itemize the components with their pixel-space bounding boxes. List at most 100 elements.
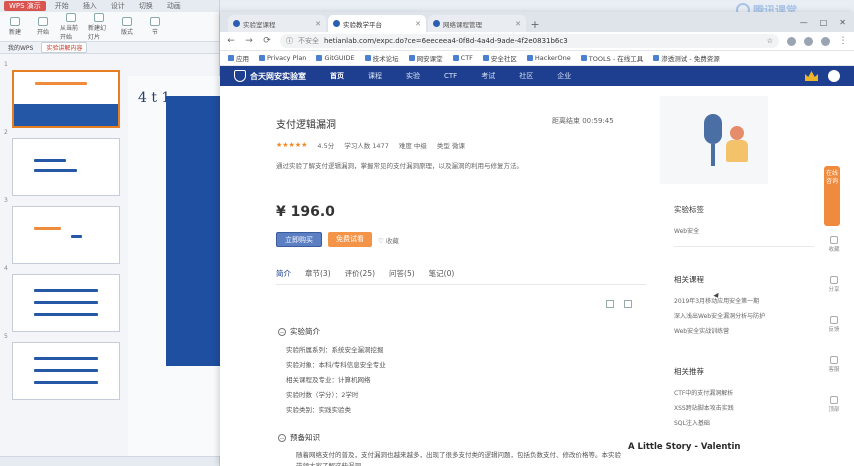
avatar[interactable]: [828, 70, 840, 82]
site-header-right: [805, 70, 840, 82]
wps-tab-design[interactable]: 设计: [106, 1, 130, 11]
reload-icon[interactable]: ⟳: [262, 36, 272, 46]
related-course-link[interactable]: Web安全实战训练营: [674, 326, 729, 335]
star-icon[interactable]: ☆: [767, 37, 773, 45]
doc-tab-active[interactable]: 实验讲解内容: [41, 42, 88, 53]
menu-icon[interactable]: ⋮: [838, 36, 848, 46]
wps-tab-insert[interactable]: 插入: [78, 1, 102, 11]
tab-qa[interactable]: 问答(5): [389, 268, 415, 279]
related-course-link[interactable]: 2019年3月移动应用安全第一期: [674, 296, 759, 305]
wps-tab-animation[interactable]: 动画: [162, 1, 186, 11]
slide-thumb[interactable]: 4: [4, 265, 120, 332]
extension-icon[interactable]: [804, 36, 813, 46]
bookmark-item[interactable]: Privacy Plan: [259, 54, 306, 62]
browser-toolbar: ← → ⟳ ⓘ 不安全 hetianlab.com/expc.do?ce=6ee…: [220, 32, 854, 51]
float-feedback[interactable]: 反馈: [824, 316, 844, 333]
float-top[interactable]: 顶部: [824, 396, 844, 413]
float-share[interactable]: 分享: [824, 276, 844, 293]
browser-tab-active[interactable]: 实验教学平台 ✕: [328, 15, 426, 32]
info-icon: ⓘ: [286, 37, 293, 45]
nav-labs[interactable]: 实验: [406, 71, 420, 81]
float-favorite[interactable]: 收藏: [824, 236, 844, 253]
list-view-icon[interactable]: [606, 300, 614, 308]
slide-thumb[interactable]: 1: [4, 61, 120, 128]
wps-tab-transition[interactable]: 切换: [134, 1, 158, 11]
tab-notes[interactable]: 笔记(0): [429, 268, 455, 279]
maximize-button[interactable]: □: [820, 18, 828, 27]
bookmark-item[interactable]: 渗透测试 - 免费资源: [653, 53, 720, 63]
headset-icon: [830, 356, 838, 364]
nav-ctf[interactable]: CTF: [444, 72, 457, 80]
favicon-icon: [333, 20, 340, 27]
close-tab-icon[interactable]: ✕: [415, 20, 421, 28]
nav-community[interactable]: 社区: [519, 71, 533, 81]
float-service[interactable]: 客服: [824, 356, 844, 373]
close-window-button[interactable]: ✕: [839, 18, 846, 27]
info-item: 实验时数（学分）：2学时: [286, 391, 359, 399]
slide-thumb[interactable]: 5: [4, 333, 120, 400]
arrow-up-icon: [830, 396, 838, 404]
tab-reviews[interactable]: 评价(25): [345, 268, 375, 279]
slide-thumb[interactable]: 3: [4, 197, 120, 264]
bookmark-item[interactable]: 应用: [228, 53, 249, 63]
buy-button[interactable]: 立即购买: [276, 232, 322, 247]
close-tab-icon[interactable]: ✕: [315, 20, 321, 28]
rating-score: 4.5分: [317, 142, 335, 150]
profile-icon[interactable]: [821, 36, 830, 46]
nav-home[interactable]: 首页: [330, 71, 344, 81]
ribbon-from-current-button[interactable]: 从当前开始: [60, 12, 82, 41]
forward-icon[interactable]: →: [244, 36, 254, 46]
bookmark-item[interactable]: 网安课堂: [408, 53, 443, 63]
related-course-link[interactable]: 深入浅出Web安全漏洞分析与防护: [674, 311, 765, 320]
slide-thumb[interactable]: 2: [4, 129, 120, 196]
tab-intro[interactable]: 简介: [276, 268, 291, 279]
bookmark-item[interactable]: HackerOne: [526, 54, 571, 62]
site-logo[interactable]: 合天网安实验室: [234, 70, 306, 82]
new-tab-button[interactable]: +: [528, 18, 542, 32]
section-icon: [150, 17, 160, 26]
ribbon-layout-button[interactable]: 版式: [116, 17, 138, 36]
recommend-link[interactable]: CTF中的支付漏洞解析: [674, 388, 733, 397]
browser-tab[interactable]: 网络课程管理 ✕: [428, 15, 526, 32]
address-bar[interactable]: ⓘ 不安全 hetianlab.com/expc.do?ce=6eeceea4-…: [280, 34, 779, 48]
back-icon[interactable]: ←: [226, 36, 236, 46]
nav-courses[interactable]: 课程: [368, 71, 382, 81]
bookmark-item[interactable]: CTF: [452, 54, 473, 62]
bookmark-item[interactable]: GitGUIDE: [316, 54, 355, 62]
extension-icon[interactable]: [787, 36, 796, 46]
nav-exam[interactable]: 考试: [481, 71, 495, 81]
ribbon-section-button[interactable]: 节: [144, 17, 166, 36]
bookmark-item[interactable]: 安全社区: [482, 53, 517, 63]
doc-tab-home[interactable]: 我的WPS: [4, 43, 37, 52]
ribbon-new-slide-button[interactable]: 新建幻灯片: [88, 12, 110, 41]
tag-item[interactable]: Web安全: [674, 226, 699, 235]
nav-enterprise[interactable]: 企业: [557, 71, 571, 81]
ribbon-new-button[interactable]: 新建: [4, 17, 26, 36]
bookmark-item[interactable]: 技术论坛: [364, 53, 399, 63]
wps-app-tab[interactable]: WPS 演示: [4, 1, 46, 11]
section-knowledge-heading[interactable]: − 预备知识: [278, 432, 320, 443]
recommend-link[interactable]: XSS跨站脚本攻击实践: [674, 403, 734, 412]
knowledge-text: 随着网络支付的普及，支付漏洞也越来越多，出现了很多支付类的逻辑问题，包括负数支付…: [296, 451, 621, 466]
ribbon-start-button[interactable]: 开始: [32, 17, 54, 36]
vip-crown-icon[interactable]: [805, 71, 818, 81]
close-tab-icon[interactable]: ✕: [515, 20, 521, 28]
recommend-link[interactable]: SQL注入基础: [674, 418, 710, 427]
course-title: 支付逻辑漏洞: [276, 120, 336, 131]
browser-tab[interactable]: 实验室课程 ✕: [228, 15, 326, 32]
tab-chapters[interactable]: 章节(3): [305, 268, 331, 279]
wps-tab-start[interactable]: 开始: [50, 1, 74, 11]
trial-button[interactable]: 免费试看: [328, 232, 372, 247]
minimize-button[interactable]: —: [800, 18, 808, 27]
bookmark-item[interactable]: TOOLS - 在线工具: [580, 53, 643, 63]
slide-canvas[interactable]: 4 t 1: [128, 76, 220, 456]
wps-ribbon: 新建 开始 从当前开始 新建幻灯片 版式 节: [0, 12, 219, 42]
course-price: ¥ 196.0: [276, 204, 335, 220]
consult-button[interactable]: 在线咨询: [824, 166, 840, 226]
sidebar-divider: [674, 246, 814, 247]
tab-strip: 实验室课程 ✕ 实验教学平台 ✕ 网络课程管理 ✕ + — □ ✕: [220, 12, 854, 32]
favicon-icon: [233, 20, 240, 27]
fullscreen-icon[interactable]: [624, 300, 632, 308]
section-intro-heading[interactable]: − 实验简介: [278, 326, 320, 337]
favorite-button[interactable]: ♡ 收藏: [378, 235, 399, 245]
